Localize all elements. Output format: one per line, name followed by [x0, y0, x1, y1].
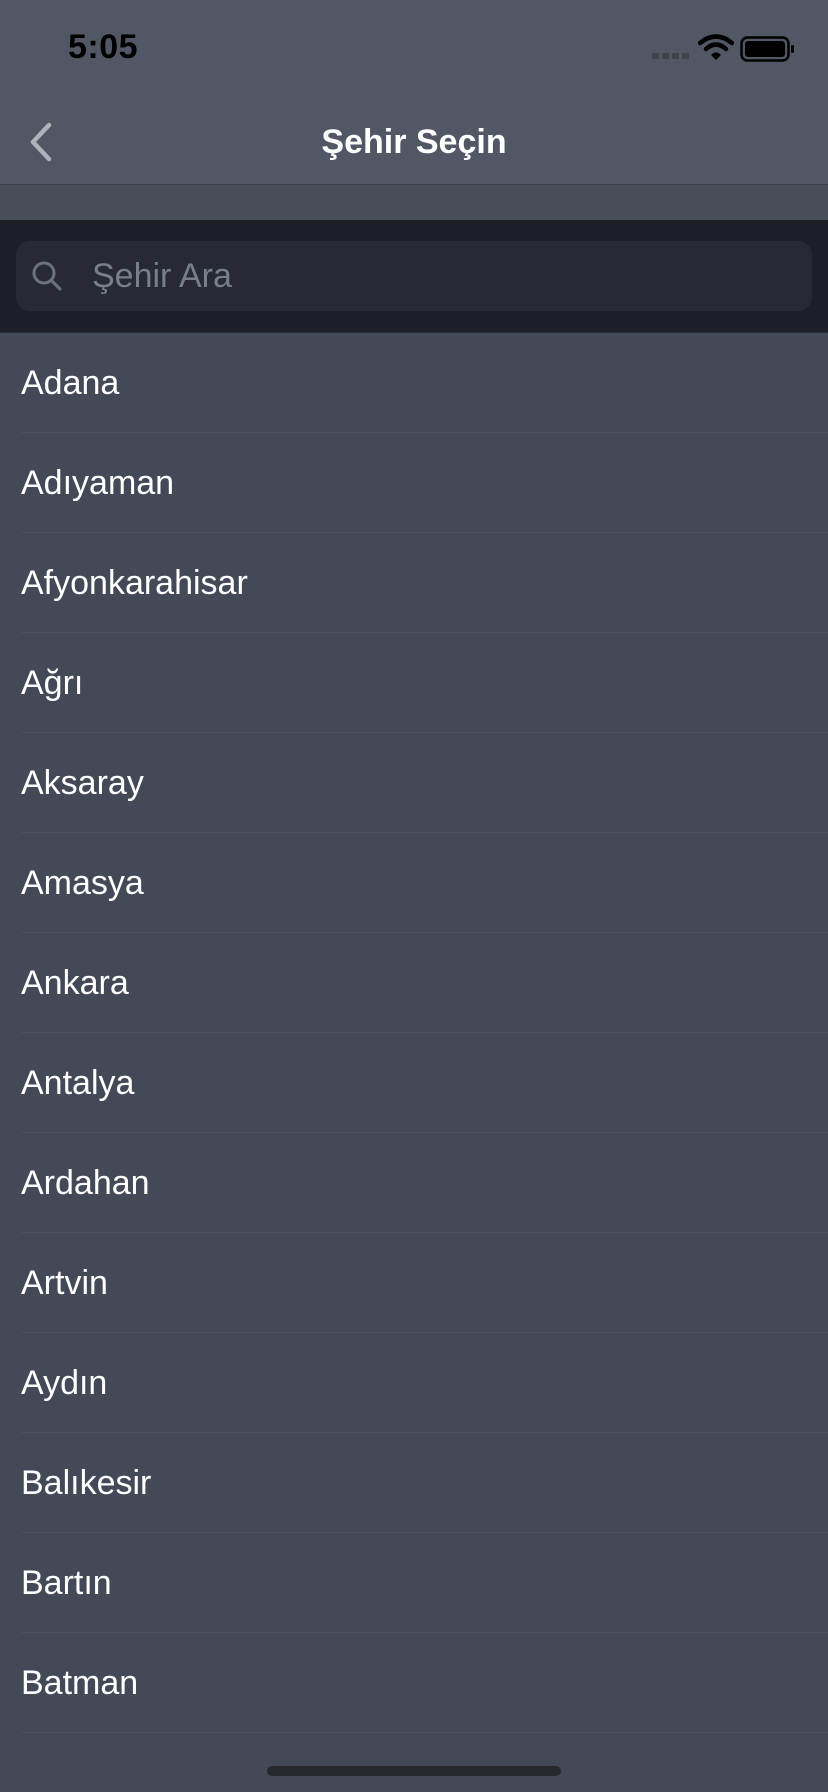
status-time: 5:05	[68, 28, 139, 66]
city-item-adiyaman[interactable]: Adıyaman	[0, 433, 828, 533]
city-label: Batman	[21, 1664, 139, 1702]
city-item-ardahan[interactable]: Ardahan	[0, 1133, 828, 1233]
city-label: Ankara	[21, 964, 129, 1002]
city-list: Adana Adıyaman Afyonkarahisar Ağrı Aksar…	[0, 333, 828, 1733]
city-label: Artvin	[21, 1264, 108, 1302]
home-indicator[interactable]	[267, 1766, 561, 1776]
cellular-signal-icon	[652, 53, 689, 59]
header-spacer	[0, 185, 828, 220]
search-field[interactable]	[16, 241, 812, 311]
city-label: Adıyaman	[21, 464, 175, 502]
city-item-artvin[interactable]: Artvin	[0, 1233, 828, 1333]
search-icon	[32, 261, 62, 291]
city-item-ankara[interactable]: Ankara	[0, 933, 828, 1033]
city-item-bartin[interactable]: Bartın	[0, 1533, 828, 1633]
city-label: Adana	[21, 364, 120, 402]
city-item-balikesir[interactable]: Balıkesir	[0, 1433, 828, 1533]
city-label: Aydın	[21, 1364, 108, 1402]
city-label: Amasya	[21, 864, 144, 902]
navigation-bar: Şehir Seçin	[0, 100, 828, 185]
search-input[interactable]	[76, 241, 812, 311]
status-bar: 5:05	[0, 0, 828, 100]
back-button[interactable]	[14, 116, 66, 168]
city-item-amasya[interactable]: Amasya	[0, 833, 828, 933]
city-item-afyonkarahisar[interactable]: Afyonkarahisar	[0, 533, 828, 633]
city-label: Ağrı	[21, 664, 84, 702]
city-label: Bartın	[21, 1564, 112, 1602]
search-bar	[0, 220, 828, 333]
wifi-icon	[698, 34, 734, 60]
city-label: Afyonkarahisar	[21, 564, 248, 602]
city-item-aksaray[interactable]: Aksaray	[0, 733, 828, 833]
city-label: Balıkesir	[21, 1464, 152, 1502]
battery-icon	[740, 36, 794, 62]
chevron-left-icon	[30, 122, 52, 162]
city-label: Antalya	[21, 1064, 135, 1102]
page-title: Şehir Seçin	[321, 123, 507, 161]
city-label: Aksaray	[21, 764, 144, 802]
city-item-antalya[interactable]: Antalya	[0, 1033, 828, 1133]
city-item-batman[interactable]: Batman	[0, 1633, 828, 1733]
city-item-agri[interactable]: Ağrı	[0, 633, 828, 733]
city-item-adana[interactable]: Adana	[0, 333, 828, 433]
city-item-aydin[interactable]: Aydın	[0, 1333, 828, 1433]
city-label: Ardahan	[21, 1164, 150, 1202]
